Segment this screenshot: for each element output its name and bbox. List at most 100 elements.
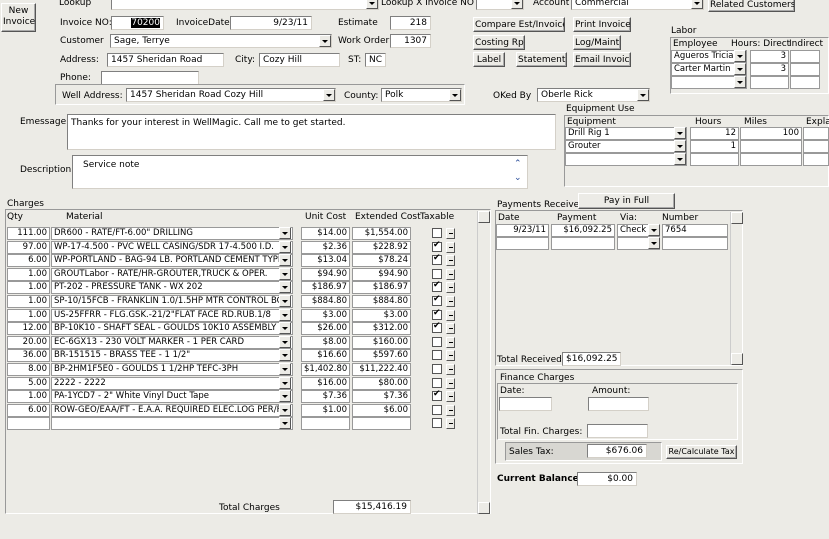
statement-button[interactable]: Statement <box>516 52 567 67</box>
equipment-name-cell[interactable] <box>565 153 687 166</box>
scroll-down-icon[interactable] <box>731 353 743 365</box>
charge-extended-cost-cell[interactable]: $11,222.40 <box>352 363 411 376</box>
taxable-checkbox[interactable] <box>432 377 442 388</box>
taxable-checkbox[interactable] <box>432 336 442 347</box>
chevron-down-icon[interactable] <box>366 0 378 9</box>
chevron-down-icon[interactable] <box>319 35 331 47</box>
charge-material-cell[interactable]: WP-PORTLAND - BAG-94 LB. PORTLAND CEMENT… <box>51 254 293 268</box>
equipment-hours-cell[interactable]: 12 <box>690 127 739 140</box>
chevron-down-icon[interactable] <box>691 0 703 9</box>
charge-qty-cell[interactable]: 97.00 <box>7 240 50 254</box>
payment-number-cell[interactable] <box>662 237 728 250</box>
payment-date-cell[interactable]: 9/23/11 <box>496 224 549 237</box>
chevron-down-icon[interactable] <box>279 267 291 280</box>
equipment-name-cell[interactable]: Drill Rig 1 <box>565 127 687 140</box>
invoice-no-field[interactable]: 70200 <box>111 16 164 30</box>
taxable-checkbox[interactable] <box>432 418 442 429</box>
chevron-down-icon[interactable] <box>734 76 746 88</box>
scroll-up-icon[interactable] <box>731 212 743 224</box>
estimate-field[interactable]: 218 <box>390 16 431 30</box>
chevron-down-icon[interactable] <box>279 417 291 430</box>
account-select[interactable]: Commercial <box>571 0 704 10</box>
chevron-down-icon[interactable] <box>734 50 746 62</box>
charge-material-cell[interactable]: SP-10/15FCB - FRANKLIN 1.0/1.5HP MTR CON… <box>51 295 293 308</box>
charge-material-cell[interactable]: PA-1YCD7 - 2" White Vinyl Duct Tape <box>51 390 293 404</box>
lookup-x-select[interactable] <box>476 0 524 10</box>
chevron-down-icon[interactable] <box>279 376 291 389</box>
description-scrollbar[interactable]: ⌃ ⌄ <box>513 158 525 186</box>
scroll-up-icon[interactable]: ⌃ <box>514 160 522 169</box>
charge-extended-cost-cell[interactable]: $78.24 <box>352 254 411 268</box>
row-menu-icon[interactable] <box>446 241 455 253</box>
label-button[interactable]: Label <box>473 52 505 67</box>
charge-material-cell[interactable]: PT-202 - PRESSURE TANK - WX 202 <box>51 281 293 295</box>
equipment-hours-cell[interactable]: 1 <box>690 140 739 153</box>
charge-unit-cost-cell[interactable]: $16.00 <box>301 376 350 390</box>
charge-material-cell[interactable]: ROW-GEO/EAA/FT - E.A.A. REQUIRED ELEC.LO… <box>51 403 293 417</box>
taxable-checkbox[interactable] <box>432 321 442 334</box>
labor-direct-cell[interactable]: 3 <box>750 50 789 63</box>
finance-amount-field[interactable] <box>588 397 649 411</box>
scroll-down-icon[interactable]: ⌄ <box>514 174 522 183</box>
payment-number-cell[interactable]: 7654 <box>662 224 728 237</box>
charge-extended-cost-cell[interactable]: $3.00 <box>352 308 411 322</box>
charge-qty-cell[interactable]: 1.00 <box>7 390 50 404</box>
taxable-checkbox[interactable] <box>432 240 442 252</box>
charge-unit-cost-cell[interactable]: $1.00 <box>301 403 350 417</box>
charge-unit-cost-cell[interactable]: $8.00 <box>301 335 350 349</box>
charge-material-cell[interactable]: WP-17-4.500 - PVC WELL CASING/SDR 17-4.5… <box>51 240 293 254</box>
labor-indirect-cell[interactable] <box>790 50 820 63</box>
chevron-down-icon[interactable] <box>279 335 291 348</box>
charge-extended-cost-cell[interactable]: $160.00 <box>352 335 411 349</box>
charge-extended-cost-cell[interactable]: $597.60 <box>352 349 411 363</box>
charge-extended-cost-cell[interactable]: $228.92 <box>352 240 411 254</box>
chevron-down-icon[interactable] <box>279 254 291 267</box>
row-menu-icon[interactable] <box>446 296 455 307</box>
chevron-down-icon[interactable] <box>279 349 291 362</box>
chevron-down-icon[interactable] <box>279 240 291 253</box>
compare-est-invoice-button[interactable]: Compare Est/Invoice <box>473 17 565 32</box>
customer-select[interactable]: Sage, Terrye <box>110 34 332 48</box>
pay-in-full-button[interactable]: Pay in Full <box>578 193 675 209</box>
finance-date-field[interactable] <box>499 397 552 411</box>
chevron-down-icon[interactable] <box>279 295 291 307</box>
chevron-down-icon[interactable] <box>279 363 291 375</box>
county-select[interactable]: Polk <box>381 88 462 102</box>
email-invoice-button[interactable]: Email Invoice <box>573 52 631 67</box>
payments-scrollbar[interactable] <box>730 212 743 365</box>
chevron-down-icon[interactable] <box>279 281 291 294</box>
charge-extended-cost-cell[interactable]: $80.00 <box>352 376 411 390</box>
taxable-checkbox[interactable] <box>432 253 442 266</box>
chevron-down-icon[interactable] <box>279 390 291 403</box>
charge-extended-cost-cell[interactable] <box>352 417 411 431</box>
charge-extended-cost-cell[interactable]: $94.90 <box>352 267 411 281</box>
charge-extended-cost-cell[interactable]: $186.97 <box>352 281 411 295</box>
row-menu-icon[interactable] <box>446 282 455 294</box>
payment-date-cell[interactable] <box>496 237 549 250</box>
chevron-down-icon[interactable] <box>323 89 335 101</box>
equipment-explan-cell[interactable] <box>803 127 829 140</box>
chevron-down-icon[interactable] <box>648 237 660 249</box>
well-address-select[interactable]: 1457 Sheridan Road Cozy Hill <box>126 88 336 102</box>
invoice-date-field[interactable]: 9/23/11 <box>230 16 312 30</box>
new-invoice-button[interactable]: New Invoice <box>1 3 36 32</box>
taxable-checkbox[interactable] <box>432 294 442 306</box>
charge-material-cell[interactable]: BP-2HM1F5E0 - GOULDS 1 1/2HP TEFC-3PH <box>51 363 293 376</box>
charge-unit-cost-cell[interactable]: $884.80 <box>301 295 350 308</box>
row-menu-icon[interactable] <box>446 336 455 348</box>
emessage-field[interactable]: Thanks for your interest in WellMagic. C… <box>67 114 556 150</box>
charge-unit-cost-cell[interactable]: $13.04 <box>301 254 350 268</box>
charge-material-cell[interactable] <box>51 417 293 431</box>
row-menu-icon[interactable] <box>446 268 455 280</box>
charge-qty-cell[interactable]: 5.00 <box>7 376 50 390</box>
charge-material-cell[interactable]: DR600 - RATE/FT-6.00" DRILLING <box>51 227 293 240</box>
charge-unit-cost-cell[interactable]: $94.90 <box>301 267 350 281</box>
equipment-explan-cell[interactable] <box>803 153 829 166</box>
charge-unit-cost-cell[interactable]: $2.36 <box>301 240 350 254</box>
charge-unit-cost-cell[interactable]: $14.00 <box>301 227 350 240</box>
charge-material-cell[interactable]: EC-6GX13 - 230 VOLT MARKER - 1 PER CARD <box>51 335 293 349</box>
costing-report-button[interactable]: Costing Rpt <box>473 35 525 50</box>
charge-extended-cost-cell[interactable]: $312.00 <box>352 322 411 336</box>
charge-material-cell[interactable]: BR-151515 - BRASS TEE - 1 1/2" <box>51 349 293 363</box>
charge-qty-cell[interactable]: 1.00 <box>7 308 50 322</box>
